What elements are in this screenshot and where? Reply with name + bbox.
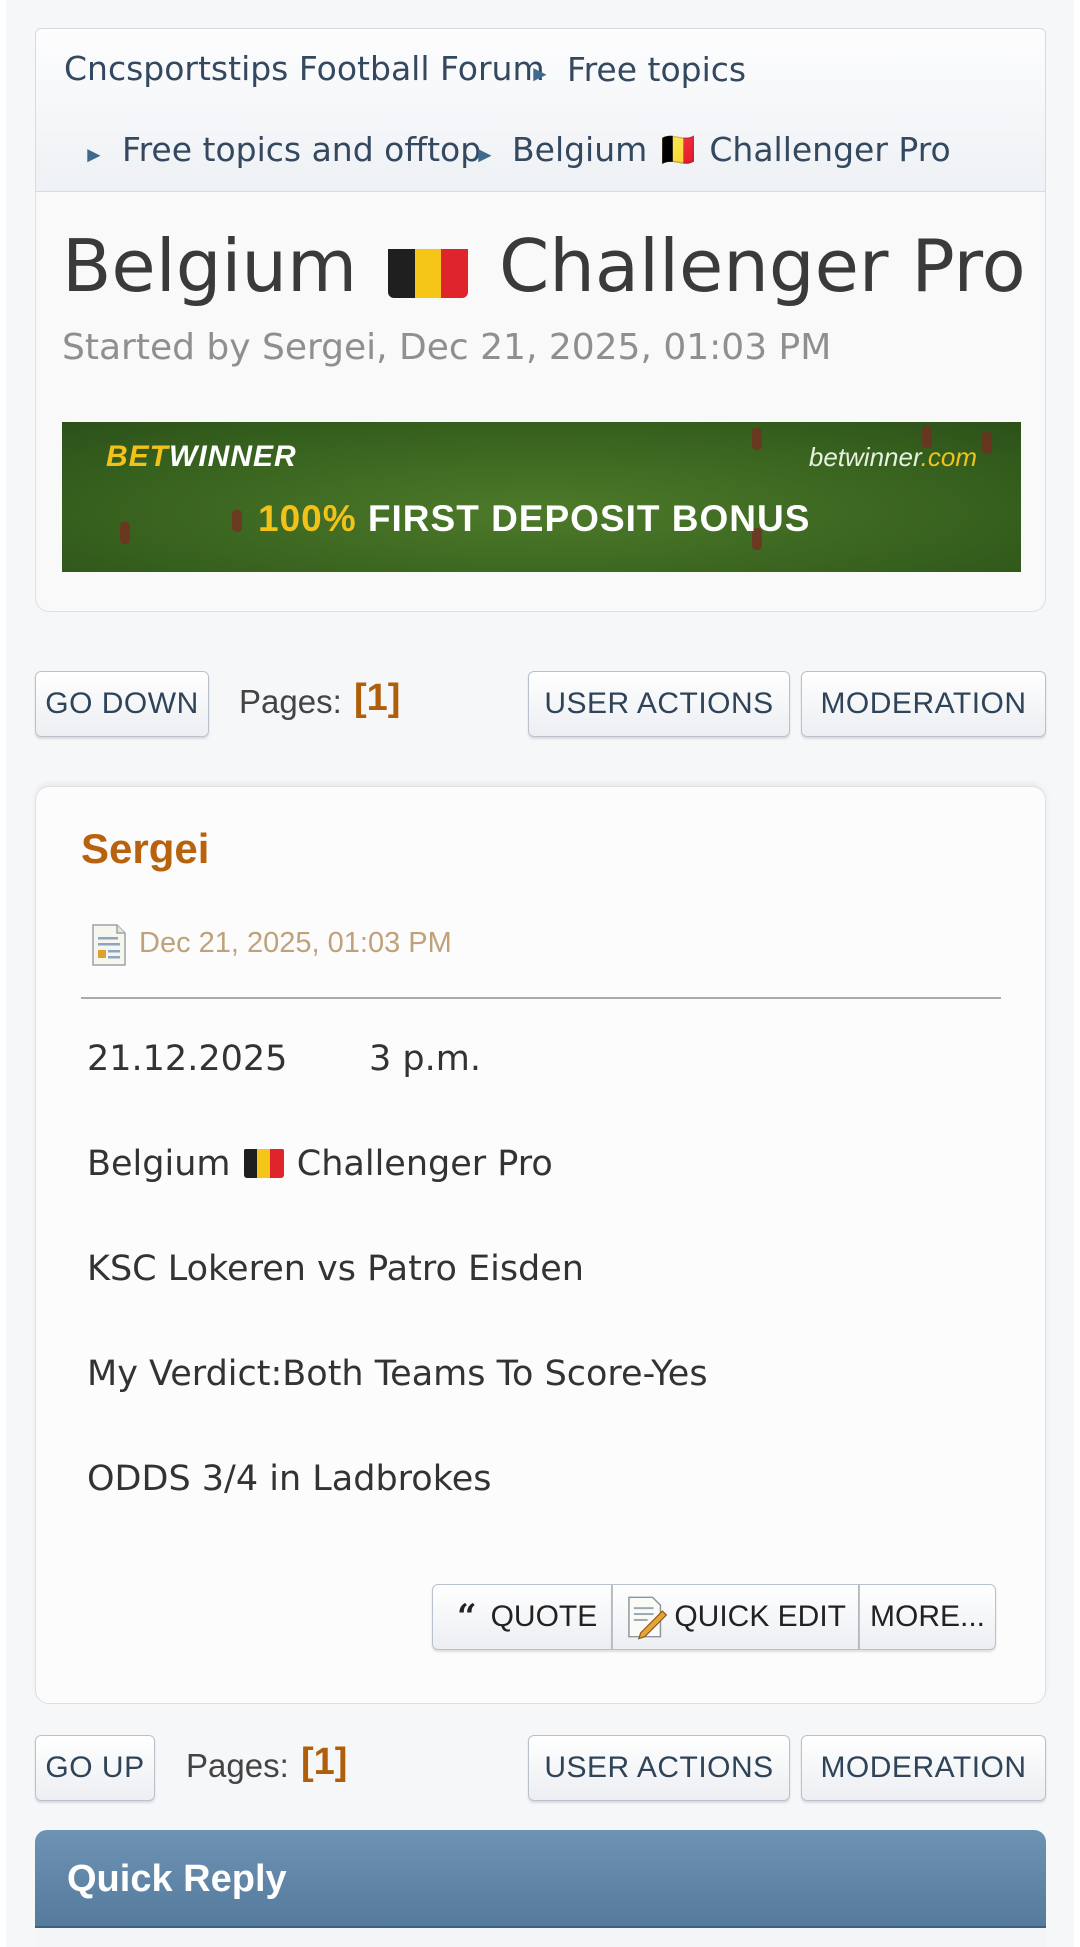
moderation-button[interactable]: MODERATION xyxy=(801,671,1046,737)
breadcrumb-link-free-topics[interactable]: Free topics xyxy=(567,50,746,89)
post-document-icon xyxy=(92,924,126,966)
topic-started-by: Started by Sergei, Dec 21, 2025, 01:03 P… xyxy=(62,327,832,368)
post-time-text: 3 p.m. xyxy=(369,1039,481,1079)
quick-reply-section: Quick Reply xyxy=(35,1830,1046,1947)
betwinner-ad-banner[interactable]: BETWINNER betwinner.com 100% FIRST DEPOS… xyxy=(62,422,1021,572)
breadcrumb-separator-icon: ► xyxy=(529,61,551,86)
post-action-bar: “ QUOTE QUICK EDIT MORE... xyxy=(432,1584,996,1650)
breadcrumb-link-forum[interactable]: Cncsportstips Football Forum xyxy=(64,49,545,88)
quick-reply-body xyxy=(35,1926,1046,1947)
page-title-prefix: Belgium xyxy=(62,224,358,308)
post-line-league: Belgium Challenger Pro xyxy=(87,1144,553,1184)
pages-label: Pages: xyxy=(186,1747,289,1784)
quote-button[interactable]: “ QUOTE xyxy=(432,1584,612,1650)
post-divider xyxy=(81,997,1001,999)
post-line-date: 21.12.2025 3 p.m. xyxy=(87,1039,481,1079)
pages-label: Pages: xyxy=(239,683,342,720)
banner-decoration xyxy=(232,510,242,532)
go-up-button[interactable]: GO UP xyxy=(35,1735,155,1801)
post-date-link[interactable]: Dec 21, 2025, 01:03 PM xyxy=(139,927,452,960)
user-actions-button[interactable]: USER ACTIONS xyxy=(528,671,790,737)
post-league-prefix: Belgium xyxy=(87,1144,231,1184)
page-link-1[interactable]: [1] xyxy=(301,1741,347,1784)
banner-brand-logo: BETWINNER xyxy=(106,440,297,473)
user-actions-button[interactable]: USER ACTIONS xyxy=(528,1735,790,1801)
moderation-button[interactable]: MODERATION xyxy=(801,1735,1046,1801)
post-league-suffix: Challenger Pro xyxy=(296,1144,553,1184)
banner-decoration xyxy=(120,522,130,544)
go-down-button[interactable]: GO DOWN xyxy=(35,671,209,737)
post-author[interactable]: Sergei xyxy=(81,825,209,873)
page-link-1[interactable]: [1] xyxy=(354,677,400,720)
edit-pencil-icon xyxy=(628,1596,668,1640)
quick-reply-title[interactable]: Quick Reply xyxy=(67,1858,287,1901)
banner-decoration xyxy=(752,428,762,450)
banner-decoration xyxy=(982,432,992,454)
page-title: Belgium Challenger Pro xyxy=(62,224,1026,308)
breadcrumb: Cncsportstips Football Forum ► Free topi… xyxy=(35,28,1046,192)
page-title-suffix: Challenger Pro xyxy=(498,224,1026,308)
breadcrumb-separator-icon: ► xyxy=(474,142,496,167)
post-line-odds: ODDS 3/4 in Ladbrokes xyxy=(87,1459,492,1499)
banner-site-url: betwinner.com xyxy=(808,442,977,472)
post-date-text: 21.12.2025 xyxy=(87,1039,288,1079)
post-line-verdict: My Verdict:Both Teams To Score-Yes xyxy=(87,1354,708,1394)
post-line-match: KSC Lokeren vs Patro Eisden xyxy=(87,1249,584,1289)
quick-edit-button[interactable]: QUICK EDIT xyxy=(612,1584,859,1650)
banner-promo-text: 100% FIRST DEPOSIT BONUS xyxy=(258,498,811,539)
quote-icon: “ xyxy=(457,1597,477,1637)
belgium-flag-icon xyxy=(243,1148,284,1179)
breadcrumb-separator-icon: ► xyxy=(83,142,105,167)
topic-header: Belgium Challenger Pro Started by Sergei… xyxy=(35,192,1046,612)
breadcrumb-current[interactable]: Belgium 🇧🇪 Challenger Pro xyxy=(512,130,951,170)
breadcrumb-link-offtop[interactable]: Free topics and offtop xyxy=(122,130,481,169)
more-button[interactable]: MORE... xyxy=(859,1584,996,1650)
belgium-flag-icon xyxy=(388,240,469,298)
post: Sergei Dec 21, 2025, 01:03 PM 21.12.2025… xyxy=(35,786,1046,1704)
